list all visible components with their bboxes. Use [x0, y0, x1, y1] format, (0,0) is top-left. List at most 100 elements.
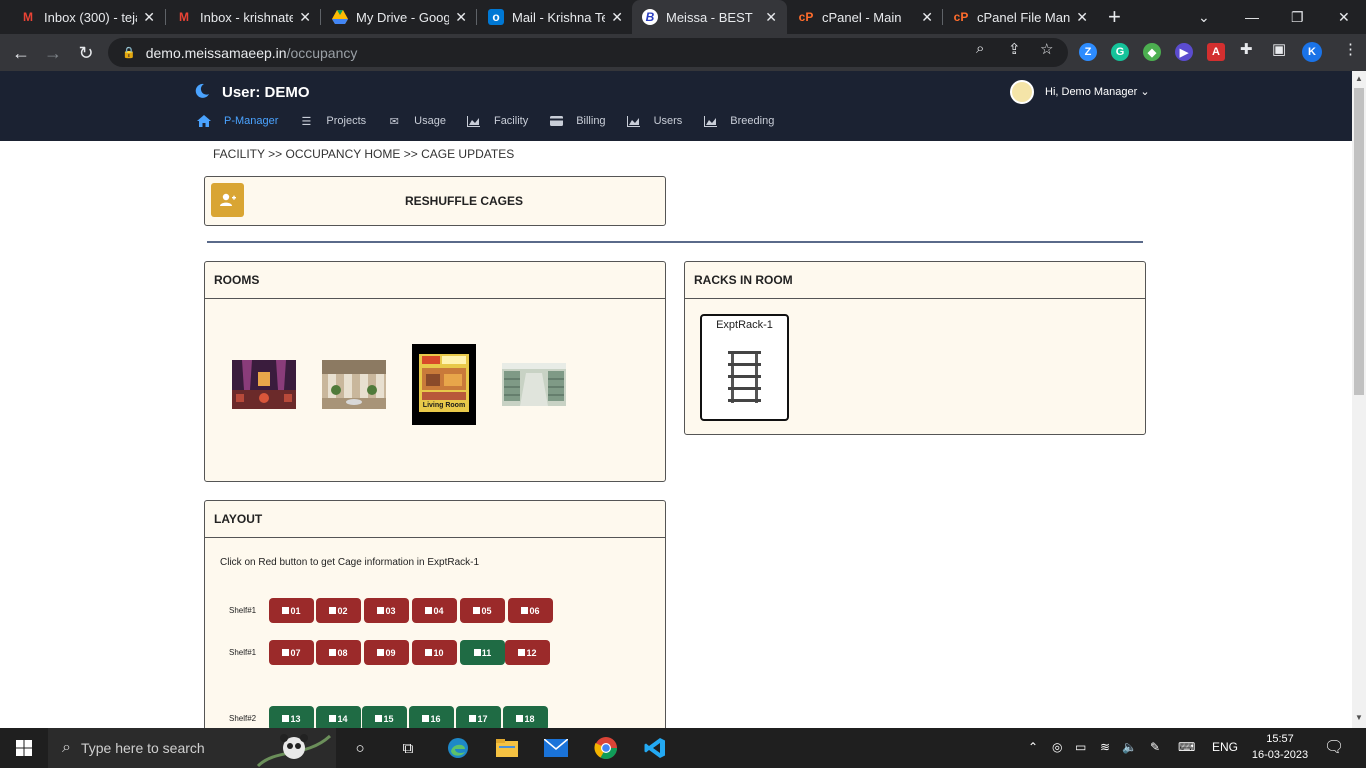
mail-app-icon[interactable] [544, 736, 568, 760]
cage-button[interactable]: 11 [460, 640, 505, 665]
windows-start-icon[interactable] [16, 740, 32, 756]
chart-icon [703, 115, 717, 127]
restore-button[interactable]: ❐ [1291, 0, 1304, 34]
rack-item[interactable]: ExptRack-1 [700, 314, 789, 421]
file-explorer-icon[interactable] [495, 736, 519, 760]
volume-icon[interactable]: 🔈 [1122, 740, 1137, 754]
cage-button[interactable]: 04 [412, 598, 457, 623]
checkbox-icon [377, 607, 385, 614]
room-thumbnail[interactable] [232, 360, 296, 409]
cage-button[interactable]: 06 [508, 598, 553, 623]
nav-item-p-manager[interactable]: P-Manager [197, 115, 278, 127]
meet-now-icon[interactable]: ◎ [1052, 740, 1062, 754]
close-tab-icon[interactable]: ✕ [1076, 9, 1088, 26]
cage-button[interactable]: 07 [269, 640, 314, 665]
checkbox-icon [422, 715, 430, 722]
chrome-icon[interactable] [594, 736, 618, 760]
pdf-extension-icon[interactable]: A [1207, 43, 1225, 61]
browser-tab-active[interactable]: B Meissa - BEST ✕ [632, 0, 787, 34]
tray-chevron-icon[interactable]: ⌃ [1028, 740, 1038, 754]
share-icon[interactable]: ⇪ [1008, 40, 1021, 58]
nav-item-usage[interactable]: ✉ Usage [387, 115, 446, 128]
browser-tab[interactable]: M Inbox - krishnatej ✕ [166, 0, 321, 34]
wifi-icon[interactable]: ≋ [1100, 740, 1110, 754]
cage-button[interactable]: 12 [505, 640, 550, 665]
browser-tab[interactable]: cP cPanel - Main ✕ [788, 0, 943, 34]
close-tab-icon[interactable]: ✕ [921, 9, 933, 26]
meissa-icon: B [642, 9, 658, 25]
side-panel-icon[interactable]: ▣ [1272, 40, 1286, 58]
cage-button[interactable]: 09 [364, 640, 409, 665]
address-bar[interactable]: 🔒 demo.meissamaeep.in/occupancy [108, 38, 1068, 67]
browser-tab[interactable]: M Inbox (300) - teja ✕ [10, 0, 165, 34]
notification-icon[interactable]: 🗨 [1324, 737, 1344, 757]
search-icon: ⌕ [62, 739, 71, 756]
scrollbar-thumb[interactable] [1354, 88, 1364, 395]
taskbar-search[interactable]: ⌕ Type here to search [48, 728, 336, 768]
menu-icon[interactable]: ⋮ [1343, 40, 1358, 58]
task-view-icon[interactable]: ⧉ [396, 736, 420, 760]
close-window-button[interactable]: ✕ [1338, 0, 1350, 34]
back-button[interactable]: ← [8, 40, 34, 66]
zoom-extension-icon[interactable]: Z [1079, 43, 1097, 61]
browser-tab[interactable]: o Mail - Krishna Tej ✕ [478, 0, 633, 34]
extension-icon[interactable]: ▶ [1175, 43, 1193, 61]
grammarly-extension-icon[interactable]: G [1111, 43, 1129, 61]
close-tab-icon[interactable]: ✕ [455, 9, 467, 26]
vscode-icon[interactable] [643, 736, 667, 760]
language-indicator[interactable]: ENG [1212, 740, 1238, 754]
close-tab-icon[interactable]: ✕ [143, 9, 155, 26]
browser-tab[interactable]: cP cPanel File Manag ✕ [943, 0, 1098, 34]
user-menu[interactable]: Hi, Demo Manager ⌄ [1045, 85, 1150, 98]
checkbox-icon [425, 649, 433, 656]
reload-button[interactable]: ↻ [73, 40, 99, 66]
avatar[interactable] [1010, 80, 1034, 104]
shelf-label: Shelf#2 [229, 714, 257, 723]
close-tab-icon[interactable]: ✕ [611, 9, 623, 26]
new-tab-button[interactable]: + [1108, 4, 1121, 30]
bookmark-star-icon[interactable]: ☆ [1040, 40, 1053, 58]
tab-search-icon[interactable]: ⌄ [1198, 0, 1210, 34]
room-thumbnail[interactable] [322, 360, 386, 409]
room-poster-text: Living Room [419, 400, 469, 412]
scroll-down-icon[interactable]: ▼ [1355, 713, 1363, 722]
cortana-icon[interactable]: ○ [348, 736, 372, 760]
nav-item-breeding[interactable]: Breeding [703, 115, 774, 127]
room-thumbnail[interactable]: Living Room [412, 344, 476, 425]
nav-item-projects[interactable]: ☰ Projects [299, 115, 366, 128]
reshuffle-cages-button[interactable]: RESHUFFLE CAGES [204, 176, 666, 226]
puzzle-icon[interactable]: ✚ [1240, 40, 1253, 58]
checkbox-icon [282, 649, 290, 656]
scroll-up-icon[interactable]: ▲ [1355, 74, 1363, 83]
cage-button[interactable]: 02 [316, 598, 361, 623]
page-content: FACILITY >> OCCUPANCY HOME >> CAGE UPDAT… [0, 141, 1352, 740]
edge-icon[interactable] [446, 736, 470, 760]
page-scrollbar[interactable]: ▲ ▼ [1352, 71, 1366, 728]
extension-icon[interactable]: ◆ [1143, 43, 1161, 61]
cage-button[interactable]: 10 [412, 640, 457, 665]
nav-item-users[interactable]: Users [627, 115, 682, 127]
clock[interactable]: 15:57 16-03-2023 [1250, 731, 1310, 763]
minimize-button[interactable]: — [1245, 0, 1259, 34]
forward-button[interactable]: → [40, 40, 66, 66]
nav-item-billing[interactable]: Billing [549, 115, 606, 127]
cage-button[interactable]: 03 [364, 598, 409, 623]
drive-icon [332, 9, 348, 25]
chevron-down-icon: ⌄ [1140, 86, 1150, 98]
battery-icon[interactable]: ▭ [1075, 740, 1086, 754]
rack-shelf-icon [714, 345, 775, 405]
close-tab-icon[interactable]: ✕ [299, 9, 311, 26]
cage-button[interactable]: 05 [460, 598, 505, 623]
cage-button[interactable]: 01 [269, 598, 314, 623]
rack-name: ExptRack-1 [716, 319, 773, 331]
nav-item-facility[interactable]: Facility [467, 115, 528, 127]
browser-tab[interactable]: My Drive - Googl ✕ [322, 0, 477, 34]
cage-button[interactable]: 08 [316, 640, 361, 665]
close-tab-icon[interactable]: ✕ [765, 9, 777, 26]
keyboard-icon[interactable]: ⌨ [1178, 740, 1195, 754]
zoom-icon[interactable]: ⌕ [976, 40, 984, 57]
search-highlight-image [256, 734, 332, 768]
pen-icon[interactable]: ✎ [1150, 740, 1160, 754]
profile-avatar[interactable]: K [1302, 42, 1322, 62]
room-thumbnail[interactable] [502, 363, 566, 406]
